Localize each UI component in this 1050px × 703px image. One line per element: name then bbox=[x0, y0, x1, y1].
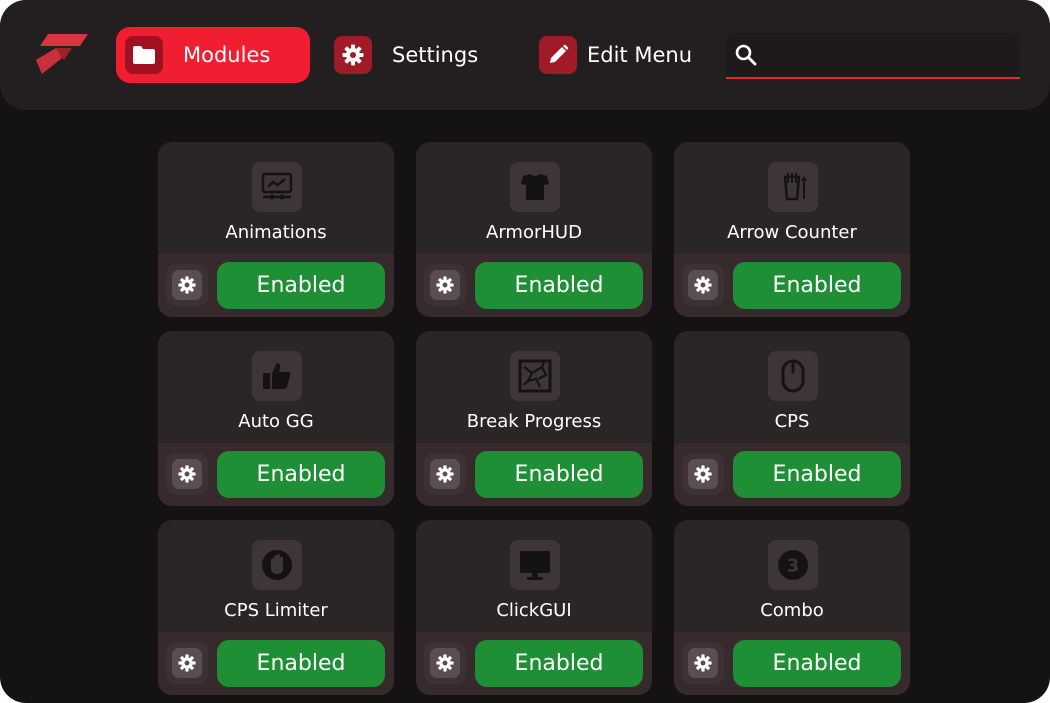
module-card-header: Break Progress bbox=[416, 331, 652, 443]
module-settings-button[interactable] bbox=[166, 453, 208, 495]
module-card-clickgui: ClickGUI Enabled bbox=[416, 520, 652, 695]
module-name: Break Progress bbox=[466, 411, 602, 432]
module-card-footer: Enabled bbox=[416, 443, 652, 506]
search-input[interactable] bbox=[758, 33, 1020, 77]
module-settings-button[interactable] bbox=[166, 642, 208, 684]
module-card-header: ClickGUI bbox=[416, 520, 652, 632]
module-card-footer: Enabled bbox=[158, 254, 394, 317]
module-toggle-button[interactable]: Enabled bbox=[475, 640, 643, 687]
module-card-break-progress: Break Progress Enabled bbox=[416, 331, 652, 506]
module-toggle-button[interactable]: Enabled bbox=[475, 262, 643, 309]
search-icon bbox=[735, 44, 757, 66]
folder-icon bbox=[125, 36, 163, 74]
tab-modules[interactable]: Modules bbox=[116, 27, 310, 83]
combo-icon-text: 3 bbox=[787, 556, 800, 577]
tab-settings-label: Settings bbox=[392, 43, 479, 67]
module-card-combo: 3 Combo Enabled bbox=[674, 520, 910, 695]
module-name: CPS Limiter bbox=[224, 600, 328, 621]
module-card-animations: Animations Enabled bbox=[158, 142, 394, 317]
module-name: Animations bbox=[225, 222, 327, 243]
module-card-cps: CPS Enabled bbox=[674, 331, 910, 506]
gear-icon bbox=[694, 465, 712, 483]
gear-icon bbox=[436, 465, 454, 483]
arrow-quiver-icon bbox=[768, 162, 818, 212]
module-name: Arrow Counter bbox=[727, 222, 857, 243]
module-card-footer: Enabled bbox=[158, 632, 394, 695]
mouse-icon bbox=[768, 351, 818, 401]
module-name: Combo bbox=[760, 600, 824, 621]
hand-stop-icon bbox=[252, 540, 302, 590]
module-settings-button[interactable] bbox=[166, 264, 208, 306]
module-card-auto-gg: Auto GG Enabled bbox=[158, 331, 394, 506]
gear-icon bbox=[178, 465, 196, 483]
module-settings-button[interactable] bbox=[424, 453, 466, 495]
module-toggle-button[interactable]: Enabled bbox=[217, 262, 385, 309]
logo-icon bbox=[36, 34, 88, 74]
module-toggle-button[interactable]: Enabled bbox=[217, 640, 385, 687]
module-card-footer: Enabled bbox=[674, 632, 910, 695]
module-toggle-button[interactable]: Enabled bbox=[475, 451, 643, 498]
module-card-header: ArmorHUD bbox=[416, 142, 652, 254]
pencil-icon bbox=[539, 36, 577, 74]
module-card-footer: Enabled bbox=[416, 632, 652, 695]
cracked-block-icon bbox=[510, 351, 560, 401]
gear-icon bbox=[334, 36, 372, 74]
module-name: ClickGUI bbox=[496, 600, 572, 621]
module-card-header: CPS Limiter bbox=[158, 520, 394, 632]
module-card-armorhud: ArmorHUD Enabled bbox=[416, 142, 652, 317]
module-toggle-button[interactable]: Enabled bbox=[733, 262, 901, 309]
module-settings-button[interactable] bbox=[682, 264, 724, 306]
module-settings-button[interactable] bbox=[424, 264, 466, 306]
top-navigation-bar: Modules Settings Edit Menu bbox=[0, 0, 1050, 110]
tab-edit-menu[interactable]: Edit Menu bbox=[539, 27, 692, 83]
module-settings-button[interactable] bbox=[424, 642, 466, 684]
module-card-header: 3 Combo bbox=[674, 520, 910, 632]
thumbs-up-icon bbox=[252, 351, 302, 401]
module-name: ArmorHUD bbox=[486, 222, 582, 243]
search-box bbox=[726, 33, 1020, 79]
module-card-footer: Enabled bbox=[158, 443, 394, 506]
module-card-arrow-counter: Arrow Counter Enabled bbox=[674, 142, 910, 317]
tab-settings[interactable]: Settings bbox=[334, 27, 478, 83]
module-card-header: CPS bbox=[674, 331, 910, 443]
gear-icon bbox=[178, 654, 196, 672]
gear-icon bbox=[436, 276, 454, 294]
animations-icon bbox=[252, 162, 302, 212]
tab-modules-label: Modules bbox=[183, 43, 271, 67]
gear-icon bbox=[694, 654, 712, 672]
module-card-footer: Enabled bbox=[416, 254, 652, 317]
module-card-header: Arrow Counter bbox=[674, 142, 910, 254]
armor-icon bbox=[510, 162, 560, 212]
module-card-cps-limiter: CPS Limiter Enabled bbox=[158, 520, 394, 695]
module-name: CPS bbox=[774, 411, 810, 432]
module-settings-button[interactable] bbox=[682, 642, 724, 684]
module-toggle-button[interactable]: Enabled bbox=[733, 640, 901, 687]
module-toggle-button[interactable]: Enabled bbox=[733, 451, 901, 498]
monitor-icon bbox=[510, 540, 560, 590]
module-card-footer: Enabled bbox=[674, 443, 910, 506]
module-name: Auto GG bbox=[238, 411, 314, 432]
gear-icon bbox=[436, 654, 454, 672]
module-settings-button[interactable] bbox=[682, 453, 724, 495]
number-three-icon: 3 bbox=[768, 540, 818, 590]
gear-icon bbox=[694, 276, 712, 294]
module-toggle-button[interactable]: Enabled bbox=[217, 451, 385, 498]
module-card-footer: Enabled bbox=[674, 254, 910, 317]
gear-icon bbox=[178, 276, 196, 294]
app-window: Modules Settings Edit Menu Animations En… bbox=[0, 0, 1050, 703]
module-card-header: Animations bbox=[158, 142, 394, 254]
module-card-header: Auto GG bbox=[158, 331, 394, 443]
tab-edit-menu-label: Edit Menu bbox=[587, 43, 692, 67]
